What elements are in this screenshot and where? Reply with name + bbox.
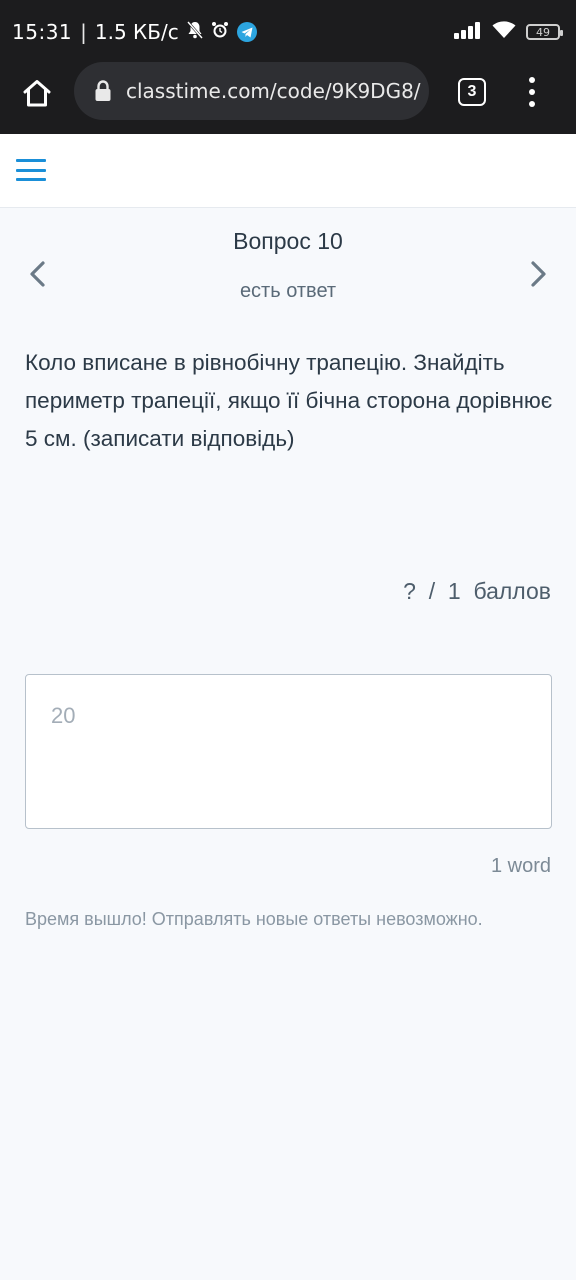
hamburger-line — [16, 178, 46, 181]
wifi-icon — [492, 20, 516, 44]
home-button[interactable] — [20, 76, 54, 110]
menu-dot — [529, 101, 535, 107]
next-question-button[interactable] — [524, 256, 554, 292]
hamburger-line — [16, 168, 46, 172]
answer-value: 20 — [51, 703, 76, 728]
signal-icon — [454, 21, 482, 44]
status-right: 49 — [454, 20, 563, 44]
time-up-notice: Время вышло! Отправлять новые ответы нев… — [25, 909, 483, 929]
lock-icon — [95, 80, 111, 101]
home-icon — [23, 80, 51, 107]
address-bar[interactable]: classtime.com/code/9K9DG8/ — [74, 62, 429, 120]
menu-dot — [529, 77, 535, 83]
status-separator: | — [80, 20, 87, 44]
menu-dot — [529, 89, 535, 95]
question-text: Коло вписане в рівнобічну трапецію. Знай… — [25, 350, 553, 451]
tabs-icon[interactable]: 3 — [458, 78, 486, 106]
answer-status: есть ответ — [239, 280, 337, 302]
chevron-right-icon — [531, 261, 546, 287]
status-bar: 15:31 | 1.5 КБ/с 49 — [0, 0, 576, 62]
battery-icon: 49 — [526, 24, 563, 40]
browser-toolbar: classtime.com/code/9K9DG8/ 3 — [0, 62, 576, 134]
question-title: Вопрос 10 — [233, 228, 343, 254]
word-count: 1 word — [490, 855, 551, 877]
network-speed: 1.5 КБ/с — [94, 20, 179, 44]
answer-field[interactable]: 20 — [25, 674, 552, 829]
status-left: 15:31 | 1.5 КБ/с — [12, 18, 257, 46]
more-vert-icon[interactable] — [522, 74, 542, 110]
mute-bell-icon — [186, 20, 203, 44]
score-label: ? / 1 баллов — [403, 578, 551, 604]
status-time: 15:31 — [12, 20, 73, 44]
telegram-icon — [236, 22, 257, 42]
hamburger-menu-icon[interactable] — [16, 159, 46, 181]
url-text: classtime.com/code/9K9DG8/ — [126, 79, 421, 103]
alarm-icon — [211, 20, 229, 44]
hamburger-line — [16, 159, 46, 162]
page-header — [0, 134, 576, 208]
